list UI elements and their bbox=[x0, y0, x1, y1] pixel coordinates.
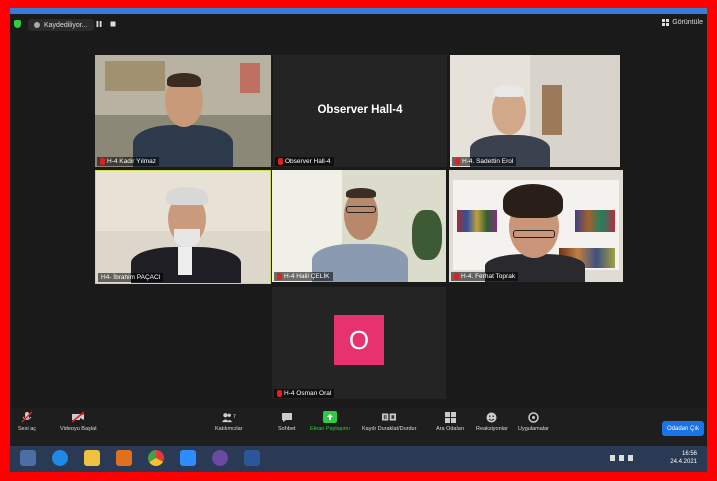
shirt-collar bbox=[178, 247, 192, 275]
reactions-icon bbox=[486, 412, 497, 422]
tray-flag-icon bbox=[610, 455, 615, 461]
participants-button[interactable]: 7 Katılımcılar bbox=[215, 411, 243, 432]
security-shield-icon[interactable] bbox=[14, 20, 21, 28]
recording-indicator: Kaydediliyor... bbox=[28, 19, 94, 31]
curly-hair bbox=[503, 184, 563, 218]
zoom-meeting-window: Kaydediliyor... Görüntüle H-4 Kadir Yılm… bbox=[10, 8, 707, 472]
participant-name: H-4 Osman Oral bbox=[274, 389, 335, 398]
video-tile-osman[interactable]: O H-4 Osman Oral bbox=[272, 287, 446, 399]
participant-count: 7 bbox=[232, 414, 236, 420]
participant-display-name: Observer Hall-4 bbox=[317, 104, 403, 116]
participant-name: H-4 Halil ÇELİK bbox=[274, 272, 333, 281]
view-button[interactable]: Görüntüle bbox=[662, 19, 703, 26]
meeting-toolbar: Sesi aç Videoyu Başlat 7 Katılımcılar So… bbox=[10, 408, 707, 446]
reactions-button[interactable]: Reaksiyonlar bbox=[476, 411, 508, 432]
pause-recording-icon[interactable] bbox=[96, 21, 102, 27]
chat-button[interactable]: Sohbet bbox=[278, 411, 295, 432]
video-tile-kadir[interactable]: H-4 Kadir Yılmaz bbox=[95, 55, 271, 167]
share-screen-icon bbox=[327, 414, 334, 420]
participant-name: H-4. Ferhat Toprak bbox=[451, 272, 519, 281]
muted-mic-icon bbox=[455, 158, 460, 165]
view-label: Görüntüle bbox=[672, 19, 703, 26]
windows-taskbar: 16:56 24.4.2021 bbox=[10, 446, 707, 472]
apps-button[interactable]: Uygulamalar bbox=[518, 411, 549, 432]
share-screen-button[interactable]: Ekran Paylaşımı bbox=[310, 411, 350, 432]
app-icon[interactable] bbox=[212, 450, 228, 466]
hair bbox=[167, 73, 201, 87]
apps-icon bbox=[528, 411, 539, 423]
participant-name: H-4 Kadir Yılmaz bbox=[97, 157, 160, 166]
avatar: O bbox=[334, 315, 384, 365]
glasses bbox=[513, 230, 555, 238]
clock-date: 24.4.2021 bbox=[670, 459, 697, 465]
start-video-button[interactable]: Videoyu Başlat bbox=[60, 411, 97, 432]
start-icon[interactable] bbox=[20, 450, 36, 466]
glasses bbox=[346, 206, 376, 213]
leave-room-button[interactable]: Odadan Çık bbox=[662, 421, 704, 436]
meeting-top-bar: Kaydediliyor... Görüntüle bbox=[10, 16, 707, 34]
internet-explorer-icon[interactable] bbox=[52, 450, 68, 466]
taskbar-clock[interactable]: 16:56 24.4.2021 bbox=[670, 450, 697, 466]
muted-mic-icon bbox=[277, 273, 282, 280]
breakout-rooms-icon bbox=[444, 411, 456, 423]
participants-icon bbox=[221, 413, 232, 423]
muted-mic-icon bbox=[278, 158, 283, 165]
muted-mic-icon bbox=[277, 390, 282, 397]
video-tile-sadettin[interactable]: H-4. Sadettin Erol bbox=[450, 55, 620, 167]
video-tile-halil[interactable]: H-4 Halil ÇELİK bbox=[272, 170, 446, 282]
hair bbox=[494, 85, 524, 97]
grid-view-icon bbox=[662, 19, 670, 26]
wall-poster bbox=[240, 63, 260, 93]
title-strip bbox=[10, 8, 707, 14]
muted-mic-icon bbox=[454, 273, 459, 280]
clock-time: 16:56 bbox=[681, 451, 697, 457]
media-player-icon[interactable] bbox=[116, 450, 132, 466]
muted-microphone-icon bbox=[21, 411, 33, 423]
plant bbox=[412, 210, 442, 260]
shelf bbox=[542, 85, 562, 135]
chrome-icon[interactable] bbox=[148, 450, 164, 466]
stop-recording-icon[interactable] bbox=[110, 21, 116, 27]
pause-stop-recording-button[interactable]: Kaydı Duraklat/Durdur bbox=[362, 411, 416, 432]
recording-dot-icon bbox=[34, 22, 40, 28]
participant-name: H-4. Sadettin Erol bbox=[452, 157, 517, 166]
unmute-button[interactable]: Sesi aç bbox=[18, 411, 36, 432]
breakout-rooms-button[interactable]: Ara Odaları bbox=[436, 411, 464, 432]
recording-label: Kaydediliyor... bbox=[44, 21, 88, 29]
video-tile-ferhat[interactable]: H-4. Ferhat Toprak bbox=[449, 170, 623, 282]
system-tray[interactable] bbox=[610, 455, 670, 463]
books-left bbox=[457, 210, 497, 232]
hair bbox=[346, 188, 376, 198]
zoom-icon[interactable] bbox=[180, 450, 196, 466]
file-explorer-icon[interactable] bbox=[84, 450, 100, 466]
muted-mic-icon bbox=[100, 158, 105, 165]
network-icon bbox=[619, 455, 624, 461]
volume-icon bbox=[628, 455, 633, 461]
hair bbox=[166, 187, 208, 205]
pause-stop-icon bbox=[382, 413, 397, 421]
chat-icon bbox=[281, 412, 292, 422]
books-right bbox=[575, 210, 615, 232]
beard bbox=[174, 229, 200, 247]
shelf bbox=[105, 61, 165, 91]
video-tile-ibrahim[interactable]: H4- İbrahim PAÇACI bbox=[95, 170, 271, 284]
video-off-icon bbox=[71, 411, 85, 423]
participant-name: Observer Hall-4 bbox=[275, 157, 334, 166]
participant-name: H4- İbrahim PAÇACI bbox=[98, 273, 164, 282]
word-icon[interactable] bbox=[244, 450, 260, 466]
video-tile-observer[interactable]: Observer Hall-4 Observer Hall-4 bbox=[273, 55, 447, 167]
